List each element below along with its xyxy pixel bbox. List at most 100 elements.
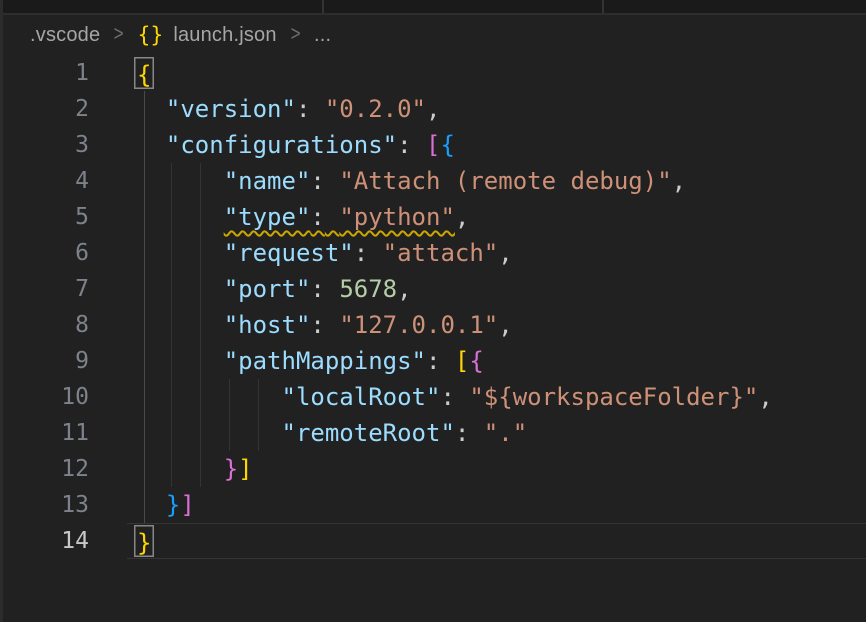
code-token [137,347,224,375]
code-token [137,383,282,411]
code-token: { [469,347,483,375]
code-content: "port": 5678, [89,271,412,307]
line-number[interactable]: 12 [0,451,89,487]
code-content: "type": "python", [89,199,469,235]
code-editor[interactable]: 1{2 "version": "0.2.0",3 "configurations… [0,55,866,622]
code-token: [ [426,131,440,159]
line-number[interactable]: 3 [0,127,89,163]
line-number[interactable]: 2 [0,91,89,127]
code-token: ] [180,491,194,519]
code-token [137,311,224,339]
breadcrumb: .vscode > {} launch.json > ... [0,15,866,55]
code-token: "port" [224,275,311,303]
line-number[interactable]: 14 [0,523,89,559]
code-token: , [498,239,512,267]
code-line-7[interactable]: 7 "port": 5678, [0,271,866,307]
code-token: , [397,275,411,303]
line-number[interactable]: 11 [0,415,89,451]
code-token [137,491,166,519]
code-token: , [498,311,512,339]
code-token [137,203,224,231]
code-token: : [310,167,324,195]
code-token: , [672,167,686,195]
code-content: "request": "attach", [89,235,513,271]
code-line-14[interactable]: 14} [0,523,866,559]
line-number[interactable]: 13 [0,487,89,523]
current-line-highlight [127,523,866,559]
code-token: "127.0.0.1" [339,311,498,339]
line-number[interactable]: 9 [0,343,89,379]
code-line-11[interactable]: 11 "remoteRoot": "." [0,415,866,451]
code-token: ] [238,455,252,483]
code-token: } [166,491,180,519]
code-line-3[interactable]: 3 "configurations": [{ [0,127,866,163]
code-token [325,275,339,303]
code-token: "version" [166,95,296,123]
chevron-right-icon: > [114,23,124,47]
code-token: : [310,203,324,231]
code-token: : [354,239,368,267]
code-token [440,347,454,375]
code-token: , [758,383,772,411]
line-number[interactable]: 6 [0,235,89,271]
code-token: "attach" [383,239,499,267]
breadcrumb-symbol-placeholder[interactable]: ... [314,24,331,47]
line-number[interactable]: 7 [0,271,89,307]
line-number[interactable]: 5 [0,199,89,235]
code-line-9[interactable]: 9 "pathMappings": [{ [0,343,866,379]
code-token: : [310,275,324,303]
breadcrumb-folder[interactable]: .vscode [30,24,100,47]
line-number[interactable]: 1 [0,55,89,91]
code-content: "version": "0.2.0", [89,91,440,127]
code-line-10[interactable]: 10 "localRoot": "${workspaceFolder}", [0,379,866,415]
code-content: { [89,55,151,91]
code-token [368,239,382,267]
code-token: "host" [224,311,311,339]
code-token: : [455,419,469,447]
code-line-13[interactable]: 13 }] [0,487,866,523]
code-content: }] [89,487,195,523]
code-token: "pathMappings" [224,347,426,375]
code-line-2[interactable]: 2 "version": "0.2.0", [0,91,866,127]
code-token: { [440,131,454,159]
code-line-8[interactable]: 8 "host": "127.0.0.1", [0,307,866,343]
code-token [412,131,426,159]
code-token [137,275,224,303]
line-number[interactable]: 8 [0,307,89,343]
vscode-editor-window: .vscode > {} launch.json > ... 1{2 "vers… [0,0,866,622]
matched-bracket: { [134,57,154,89]
code-line-5[interactable]: 5 "type": "python", [0,199,866,235]
matched-bracket: } [134,525,154,557]
code-line-12[interactable]: 12 }] [0,451,866,487]
code-token: "request" [224,239,354,267]
code-line-6[interactable]: 6 "request": "attach", [0,235,866,271]
code-content: "host": "127.0.0.1", [89,307,513,343]
code-token: , [455,203,469,231]
code-token [137,239,224,267]
code-content: "remoteRoot": "." [89,415,527,451]
code-token: 5678 [339,275,397,303]
code-token: : [426,347,440,375]
breadcrumb-file[interactable]: launch.json [173,24,276,47]
json-file-icon: {} [138,23,164,47]
code-line-4[interactable]: 4 "name": "Attach (remote debug)", [0,163,866,199]
line-number[interactable]: 10 [0,379,89,415]
code-token [310,95,324,123]
code-token [455,383,469,411]
chevron-right-icon: > [290,23,300,47]
code-token [137,167,224,195]
code-token: : [440,383,454,411]
code-content: "pathMappings": [{ [89,343,484,379]
code-token: : [310,311,324,339]
code-token: "." [484,419,527,447]
code-token [325,203,339,231]
code-token: , [426,95,440,123]
code-line-1[interactable]: 1{ [0,55,866,91]
tab-divider [602,0,604,13]
code-token: "localRoot" [282,383,441,411]
line-number[interactable]: 4 [0,163,89,199]
code-token [137,95,166,123]
tab-bar-edge [0,0,866,15]
code-token: [ [455,347,469,375]
code-token: "Attach (remote debug)" [339,167,671,195]
